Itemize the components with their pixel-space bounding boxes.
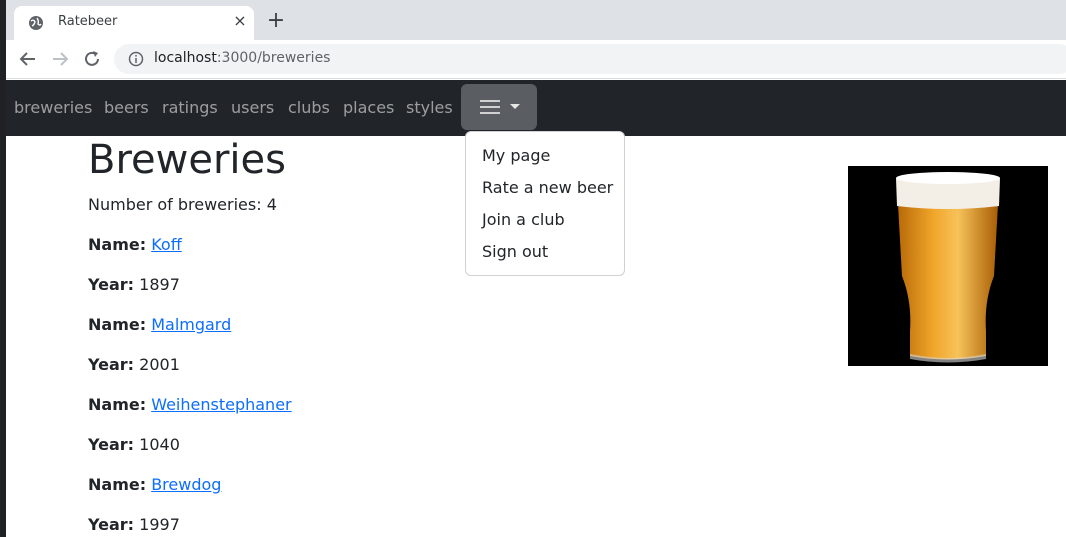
close-icon[interactable]: × — [230, 11, 250, 31]
brewery-link[interactable]: Malmgard — [151, 315, 231, 334]
address-bar[interactable]: localhost:3000/breweries — [114, 44, 1066, 74]
brewery-link[interactable]: Brewdog — [151, 475, 221, 494]
year-label: Year: — [88, 275, 135, 294]
info-icon[interactable] — [128, 51, 144, 67]
caret-down-icon — [510, 104, 520, 109]
url-host: localhost — [154, 50, 217, 66]
brewery-year: 1040 — [139, 435, 180, 454]
brewery-count: Number of breweries: 4 — [88, 195, 277, 214]
globe-icon — [29, 16, 43, 30]
name-label: Name: — [88, 315, 147, 334]
reload-icon[interactable] — [82, 49, 102, 69]
beer-glass-image — [848, 166, 1048, 366]
brewery-name-row: Name: Weihenstephaner — [88, 395, 292, 414]
nav-link-styles[interactable]: styles — [406, 98, 453, 117]
menu-item-join-club[interactable]: Join a club — [482, 210, 565, 229]
brewery-year-row: Year: 1897 — [88, 275, 180, 294]
plus-icon[interactable]: + — [264, 10, 288, 34]
browser-toolbar: localhost:3000/breweries — [6, 40, 1066, 79]
menu-item-rate-beer[interactable]: Rate a new beer — [482, 178, 613, 197]
tab-title: Ratebeer — [58, 14, 118, 29]
brewery-year-row: Year: 1997 — [88, 515, 180, 534]
menu-item-sign-out[interactable]: Sign out — [482, 242, 548, 261]
url-path: :3000/breweries — [216, 50, 331, 66]
menu-item-my-page[interactable]: My page — [482, 146, 550, 165]
app-navbar: breweries beers ratings users clubs plac… — [6, 80, 1066, 136]
menu-toggle-button[interactable] — [461, 84, 537, 130]
year-label: Year: — [88, 515, 135, 534]
browser-tab[interactable]: Ratebeer × — [14, 6, 254, 40]
brewery-year-row: Year: 2001 — [88, 355, 180, 374]
brewery-year: 1997 — [139, 515, 180, 534]
nav-link-clubs[interactable]: clubs — [288, 98, 330, 117]
brewery-year: 1897 — [139, 275, 180, 294]
hamburger-icon — [480, 100, 500, 114]
name-label: Name: — [88, 395, 147, 414]
brewery-name-row: Name: Brewdog — [88, 475, 221, 494]
back-arrow-icon[interactable] — [18, 49, 38, 69]
forward-arrow-icon[interactable] — [50, 49, 70, 69]
year-label: Year: — [88, 355, 135, 374]
nav-link-users[interactable]: users — [231, 98, 274, 117]
url-text[interactable]: localhost:3000/breweries — [154, 50, 330, 66]
brewery-year-row: Year: 1040 — [88, 435, 180, 454]
user-dropdown-menu: My page Rate a new beer Join a club Sign… — [465, 131, 625, 276]
nav-link-breweries[interactable]: breweries — [14, 98, 92, 117]
nav-link-beers[interactable]: beers — [104, 98, 149, 117]
tab-strip: Ratebeer × + — [6, 0, 1066, 40]
page-title: Breweries — [88, 137, 286, 183]
nav-link-ratings[interactable]: ratings — [162, 98, 218, 117]
brewery-year: 2001 — [139, 355, 180, 374]
name-label: Name: — [88, 475, 147, 494]
brewery-name-row: Name: Malmgard — [88, 315, 231, 334]
year-label: Year: — [88, 435, 135, 454]
nav-link-places[interactable]: places — [343, 98, 394, 117]
brewery-link[interactable]: Weihenstephaner — [151, 395, 291, 414]
brewery-name-row: Name: Koff — [88, 235, 182, 254]
name-label: Name: — [88, 235, 147, 254]
brewery-link[interactable]: Koff — [151, 235, 182, 254]
